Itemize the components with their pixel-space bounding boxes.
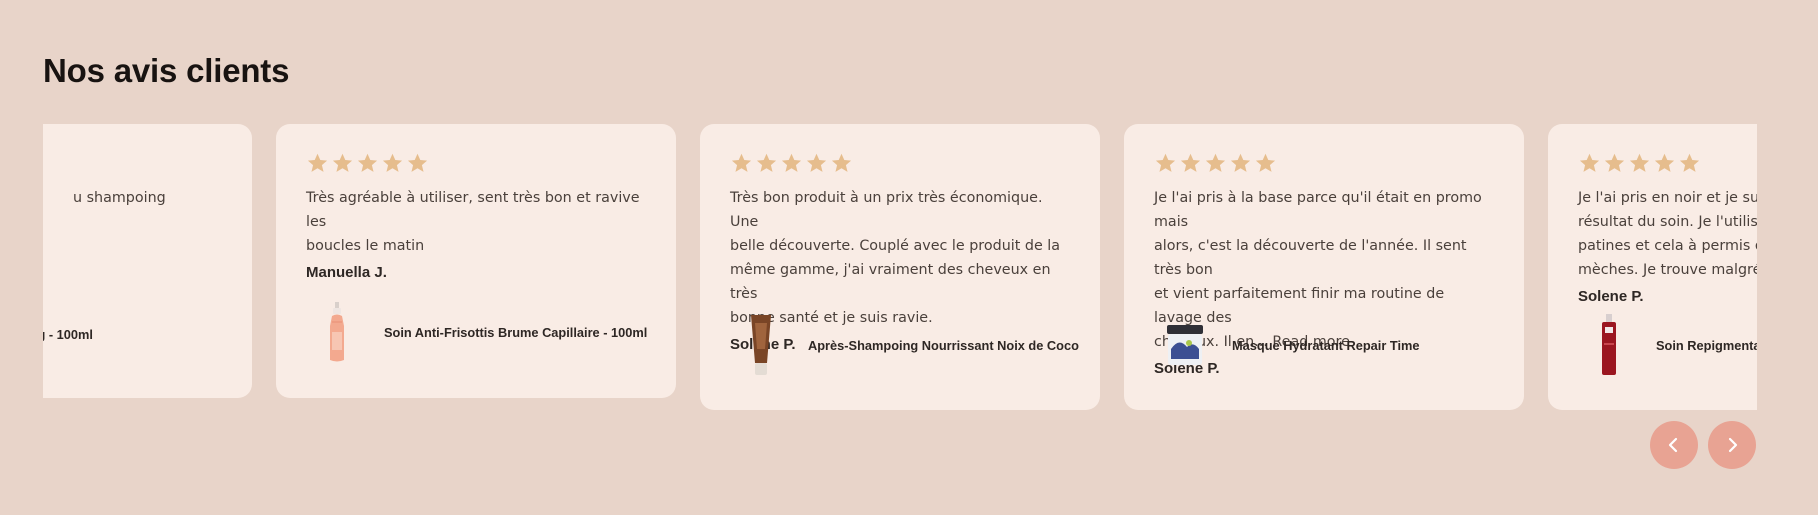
review-author: Manuella J. (306, 264, 387, 281)
rating-stars (1578, 152, 1757, 176)
rating-stars (1154, 152, 1494, 176)
chevron-left-icon (1668, 437, 1678, 453)
star-icon (1579, 153, 1600, 172)
review-card: Très agréable à utiliser, sent très bon … (276, 124, 676, 398)
star-icon (731, 153, 752, 172)
star-icon (332, 153, 353, 172)
star-icon (407, 153, 428, 172)
review-product[interactable]: nt Shampoing - 100ml (43, 303, 93, 365)
star-icon (357, 153, 378, 172)
review-author: Solene P. (1578, 288, 1644, 305)
star-icon (1230, 153, 1251, 172)
star-icon (831, 153, 852, 172)
review-card: Je l'ai pris à la base parce qu'il était… (1124, 124, 1524, 410)
review-product[interactable]: Soin Repigmentan (1578, 314, 1757, 376)
review-text: Très agréable à utiliser, sent très bon … (306, 190, 640, 254)
star-icon (1155, 153, 1176, 172)
reviews-carousel: u shampoing nt Shampoing - 100ml Très ag… (43, 124, 1757, 424)
carousel-prev-button[interactable] (1650, 421, 1698, 469)
star-icon (781, 153, 802, 172)
rating-stars (306, 152, 646, 176)
review-card: u shampoing nt Shampoing - 100ml (43, 124, 252, 398)
product-name: Masque Hydratant Repair Time (1232, 337, 1420, 353)
review-text: Je l'ai pris en noir et je suis v résult… (1578, 190, 1757, 278)
star-icon (1205, 153, 1226, 172)
product-name: Soin Anti-Frisottis Brume Capillaire - 1… (384, 324, 648, 340)
review-text: Très bon produit à un prix très économiq… (730, 190, 1061, 326)
star-icon (1180, 153, 1201, 172)
star-icon (1604, 153, 1625, 172)
star-icon (307, 153, 328, 172)
star-icon (382, 153, 403, 172)
carousel-next-button[interactable] (1708, 421, 1756, 469)
spray-bottle-icon (306, 301, 368, 363)
chevron-right-icon (1728, 437, 1738, 453)
jar-icon (1154, 314, 1216, 376)
review-product[interactable]: Soin Anti-Frisottis Brume Capillaire - 1… (306, 301, 647, 363)
review-text: u shampoing (73, 190, 166, 206)
product-name: Soin Repigmentan (1656, 337, 1757, 353)
rating-stars (730, 152, 1070, 176)
star-icon (806, 153, 827, 172)
review-card: Je l'ai pris en noir et je suis v résult… (1548, 124, 1757, 410)
review-product[interactable]: Après-Shampoing Nourrissant Noix de Coco (730, 314, 1079, 376)
star-icon (1654, 153, 1675, 172)
review-card: Très bon produit à un prix très économiq… (700, 124, 1100, 410)
review-product[interactable]: Masque Hydratant Repair Time (1154, 314, 1420, 376)
red-bottle-icon (1578, 314, 1640, 376)
product-name: nt Shampoing - 100ml (43, 326, 93, 342)
star-icon (1629, 153, 1650, 172)
tube-icon (730, 314, 792, 376)
star-icon (756, 153, 777, 172)
star-icon (1255, 153, 1276, 172)
star-icon (1679, 153, 1700, 172)
product-name: Après-Shampoing Nourrissant Noix de Coco (808, 337, 1079, 353)
section-title: Nos avis clients (43, 52, 290, 89)
